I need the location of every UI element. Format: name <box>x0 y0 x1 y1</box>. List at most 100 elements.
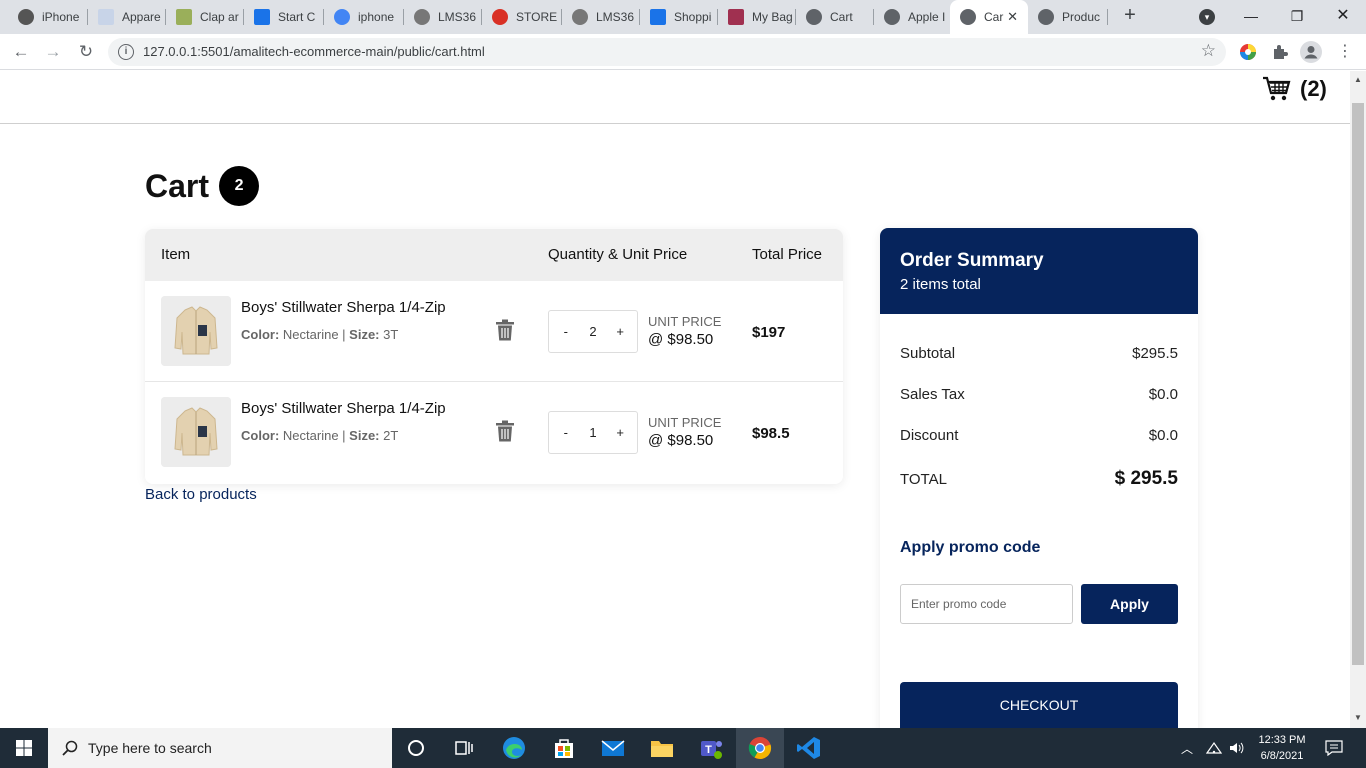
scroll-down-arrow-icon[interactable]: ▼ <box>1354 713 1362 722</box>
column-header-item: Item <box>161 246 191 263</box>
notifications-icon[interactable] <box>1325 740 1343 756</box>
browser-tab[interactable]: Apple I <box>874 0 950 34</box>
taskbar-search[interactable]: Type here to search <box>48 728 392 768</box>
browser-tab[interactable]: LMS36 <box>404 0 482 34</box>
close-icon[interactable]: ✕ <box>1007 9 1018 25</box>
browser-tab[interactable]: My Bag <box>718 0 796 34</box>
discount-line: Discount $0.0 <box>900 427 1178 444</box>
color-extension-icon[interactable] <box>1239 43 1257 61</box>
back-to-products-link[interactable]: Back to products <box>145 486 257 503</box>
windows-start-icon[interactable] <box>0 728 48 768</box>
product-image[interactable] <box>161 397 231 467</box>
menu-dots-icon[interactable]: ⋮ <box>1333 40 1357 64</box>
size-value: 3T <box>383 327 399 342</box>
unit-price-label: UNIT PRICE <box>648 314 722 329</box>
checkout-button[interactable]: CHECKOUT <box>900 682 1178 728</box>
extensions-puzzle-icon[interactable] <box>1271 43 1289 61</box>
show-hidden-icons-icon[interactable]: ︿ <box>1181 740 1193 757</box>
browser-tab[interactable]: iPhone <box>8 0 88 34</box>
promo-code-input[interactable] <box>900 584 1073 624</box>
increase-qty-button[interactable]: + <box>610 324 630 339</box>
table-row: Boys' Stillwater Sherpa 1/4-Zip Color: N… <box>145 281 843 382</box>
color-value: Nectarine <box>282 428 339 443</box>
browser-tab[interactable]: Appare <box>88 0 166 34</box>
bookmark-star-icon[interactable]: ☆ <box>1201 41 1216 61</box>
browser-tab[interactable]: LMS36 <box>562 0 640 34</box>
svg-text:T: T <box>705 744 712 756</box>
header-cart-link[interactable]: (2) <box>1262 75 1327 103</box>
quantity-value[interactable]: 1 <box>589 425 596 440</box>
check-icon <box>414 9 430 25</box>
browser-tab[interactable]: Produc <box>1028 0 1108 34</box>
sherpa-jacket-image <box>161 397 231 467</box>
browser-tab-active[interactable]: Car ✕ <box>950 0 1028 34</box>
unit-price: UNIT PRICE @ $98.50 <box>648 414 721 450</box>
scroll-up-arrow-icon[interactable]: ▲ <box>1354 75 1362 84</box>
increase-qty-button[interactable]: + <box>610 425 630 440</box>
color-value: Nectarine <box>282 327 339 342</box>
reload-icon[interactable]: ↻ <box>74 40 98 64</box>
tab-label: My Bag <box>752 10 793 24</box>
tab-label: LMS36 <box>596 10 635 24</box>
trash-icon[interactable] <box>495 319 515 341</box>
size-label: Size: <box>349 428 380 443</box>
subtotal-line: Subtotal $295.5 <box>900 345 1178 362</box>
size-value: 2T <box>383 428 399 443</box>
site-icon <box>98 9 114 25</box>
profile-avatar-icon[interactable] <box>1300 41 1322 63</box>
product-name[interactable]: Boys' Stillwater Sherpa 1/4-Zip <box>241 299 446 316</box>
browser-tab[interactable]: Clap ar <box>166 0 244 34</box>
browser-tab[interactable]: Cart <box>796 0 874 34</box>
taskbar-search-text: Type here to search <box>88 740 212 756</box>
teams-icon[interactable]: T <box>697 734 725 762</box>
back-arrow-icon[interactable]: ← <box>9 40 33 64</box>
browser-tab[interactable]: Start C <box>244 0 324 34</box>
decrease-qty-button[interactable]: - <box>556 425 576 440</box>
page-scrollbar[interactable]: ▲ ▼ <box>1350 71 1366 728</box>
volume-icon[interactable] <box>1228 741 1244 755</box>
file-explorer-icon[interactable] <box>648 734 676 762</box>
clock[interactable]: 12:33 PM 6/8/2021 <box>1256 732 1308 764</box>
url-text[interactable]: 127.0.0.1:5501/amalitech-ecommerce-main/… <box>143 44 485 59</box>
wifi-icon[interactable] <box>1206 741 1222 755</box>
tab-label: Produc <box>1062 10 1101 24</box>
tab-label: LMS36 <box>438 10 477 24</box>
tab-label: Cart <box>830 10 853 24</box>
column-header-qty-price: Quantity & Unit Price <box>548 246 688 263</box>
window-close-icon[interactable]: ✕ <box>1320 0 1366 34</box>
windows-taskbar: Type here to search T ︿ 12:33 PM 6/8/202… <box>0 728 1366 768</box>
mail-icon[interactable] <box>599 734 627 762</box>
new-tab-icon[interactable]: + <box>1118 4 1142 28</box>
quantity-value[interactable]: 2 <box>589 324 596 339</box>
clock-date: 6/8/2021 <box>1260 750 1304 762</box>
tab-search-icon[interactable]: ▾ <box>1199 9 1215 25</box>
vscode-icon[interactable] <box>795 734 823 762</box>
scrollbar-thumb[interactable] <box>1352 103 1364 665</box>
browser-tab[interactable]: Shoppi <box>640 0 718 34</box>
product-name[interactable]: Boys' Stillwater Sherpa 1/4-Zip <box>241 400 446 417</box>
apply-promo-button[interactable]: Apply <box>1081 584 1178 624</box>
row-total-price: $98.5 <box>752 425 790 442</box>
browser-tab[interactable]: STORE <box>482 0 562 34</box>
order-summary-header: Order Summary 2 items total <box>880 228 1198 314</box>
info-icon[interactable]: i <box>118 44 134 60</box>
edge-icon[interactable] <box>500 734 528 762</box>
clock-time: 12:33 PM <box>1258 734 1306 746</box>
apple-icon <box>18 9 34 25</box>
tab-label: Appare <box>122 10 161 24</box>
cortana-icon[interactable] <box>402 734 430 762</box>
restore-icon[interactable]: ❐ <box>1274 0 1320 34</box>
address-bar[interactable]: i 127.0.0.1:5501/amalitech-ecommerce-mai… <box>108 38 1226 66</box>
minimize-icon[interactable]: — <box>1228 0 1274 34</box>
browser-tab[interactable]: iphone <box>324 0 404 34</box>
column-header-total: Total Price <box>752 246 823 263</box>
tab-label: Clap ar <box>200 10 239 24</box>
task-view-icon[interactable] <box>450 734 478 762</box>
decrease-qty-button[interactable]: - <box>556 324 576 339</box>
forward-arrow-icon[interactable]: → <box>41 40 65 64</box>
unit-price-value: @ $98.50 <box>648 432 714 449</box>
product-image[interactable] <box>161 296 231 366</box>
trash-icon[interactable] <box>495 420 515 442</box>
chrome-icon[interactable] <box>746 734 774 762</box>
store-icon[interactable] <box>550 734 578 762</box>
